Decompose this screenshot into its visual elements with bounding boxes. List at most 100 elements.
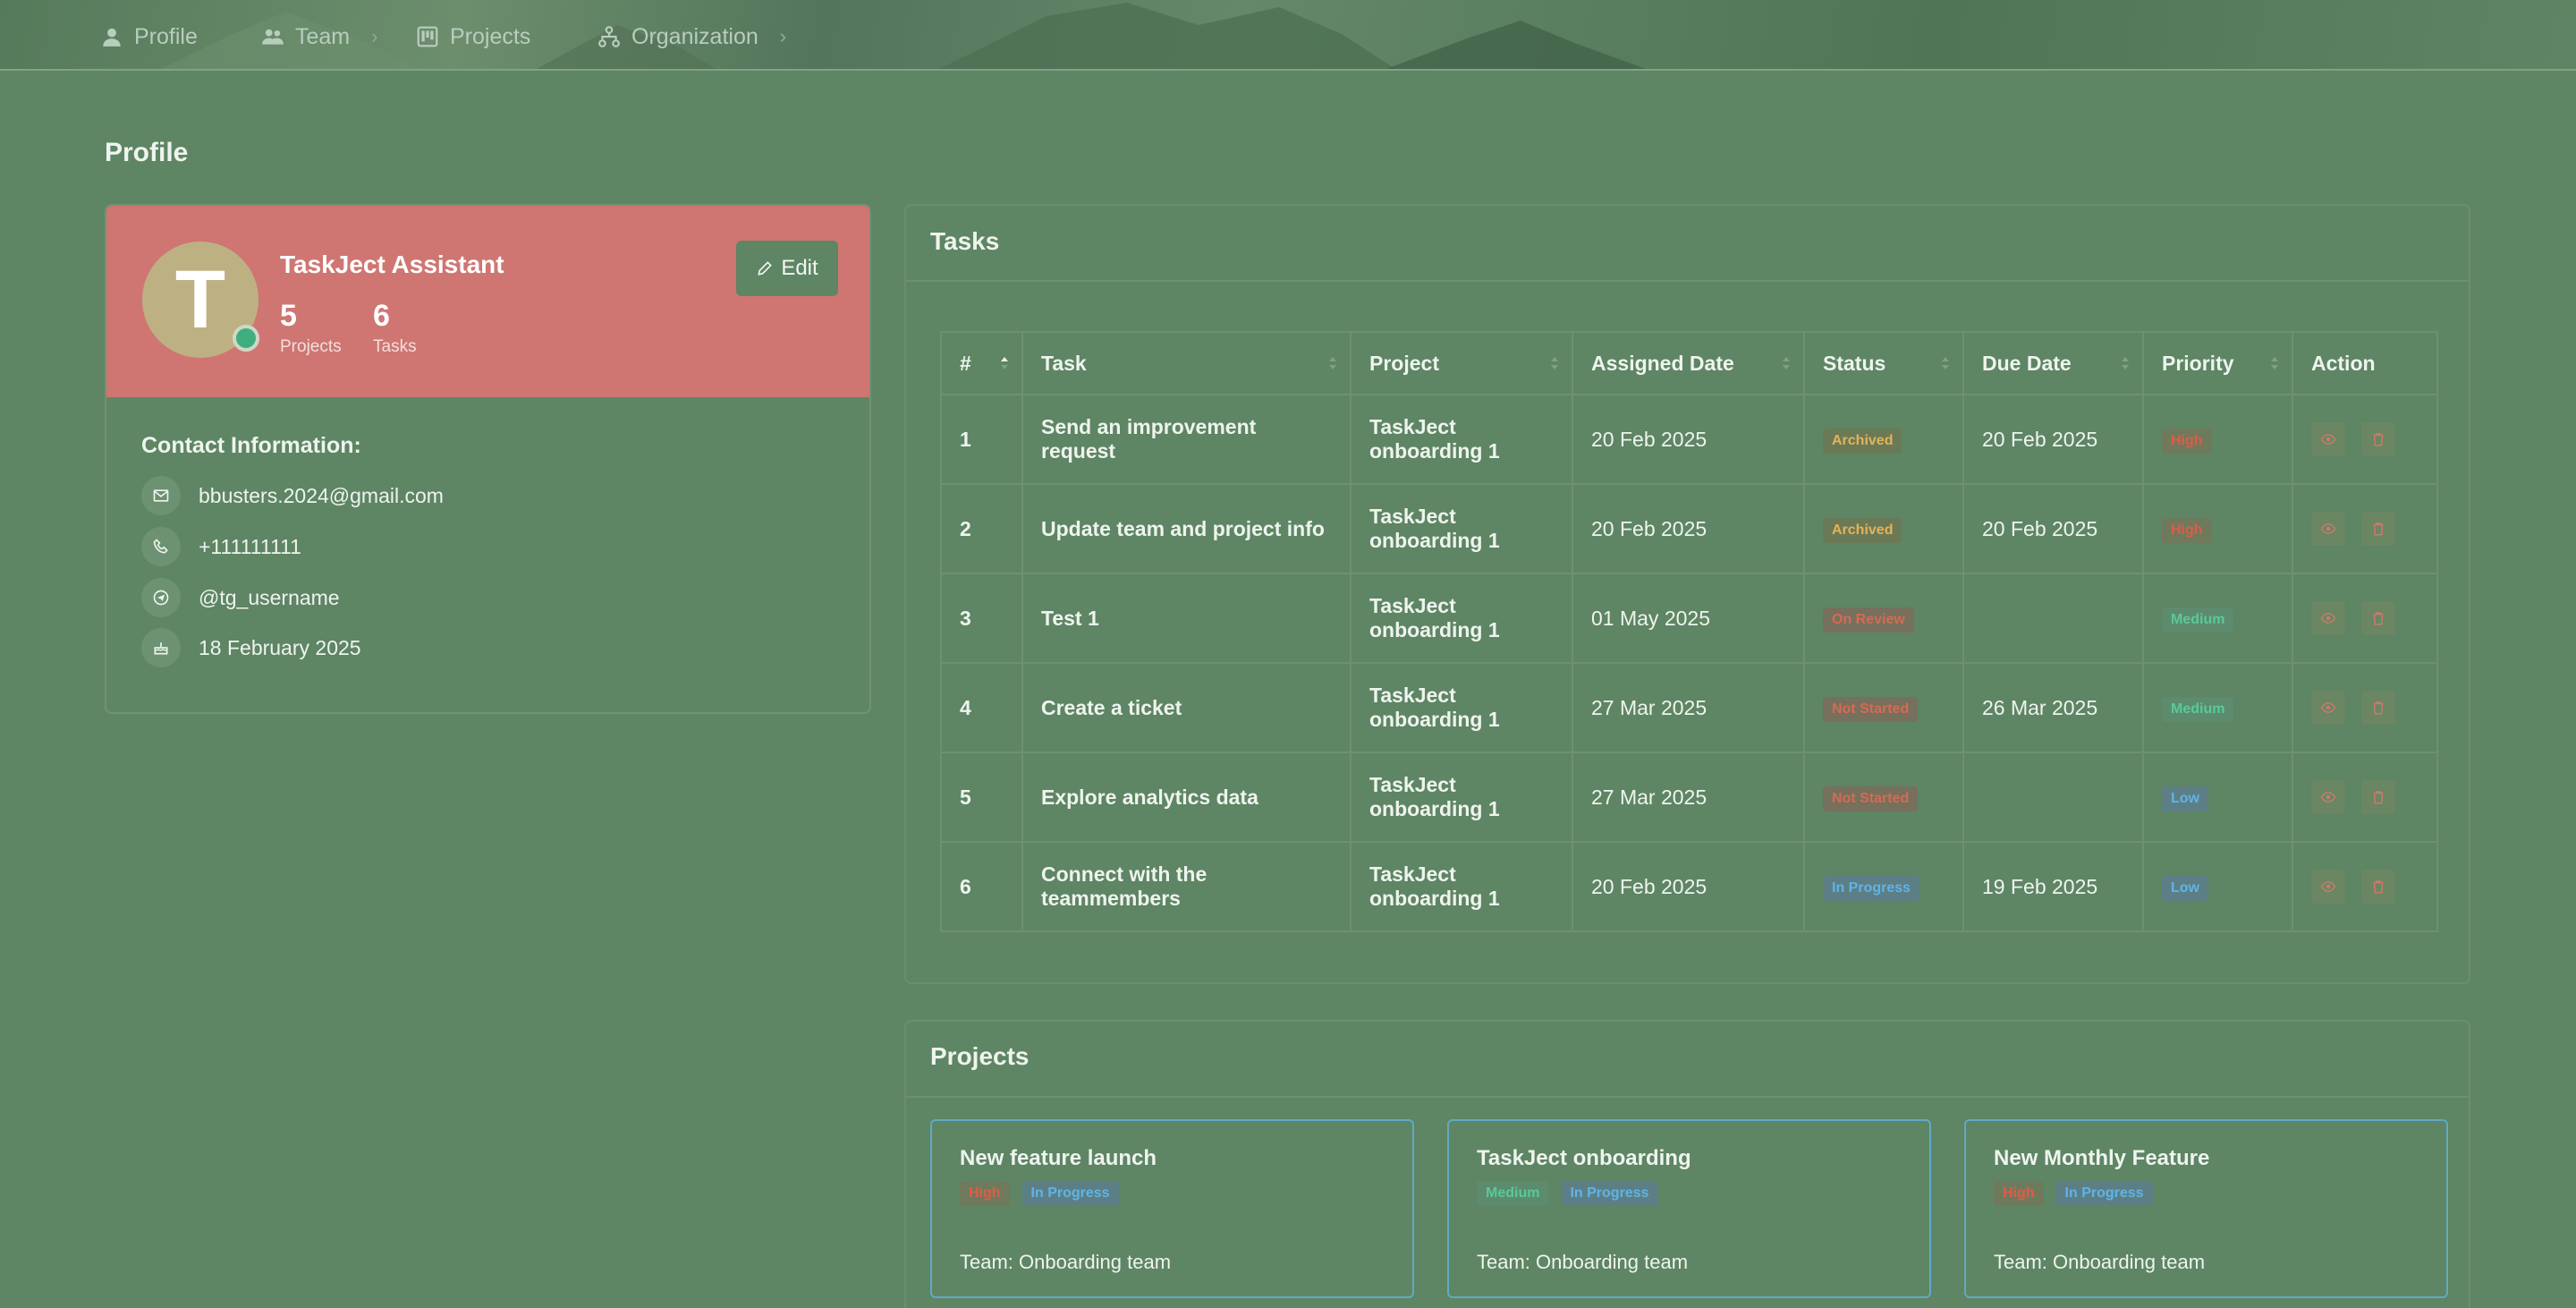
column-label: #	[960, 351, 971, 375]
edit-button-label: Edit	[781, 256, 818, 280]
cell-due-date	[1962, 573, 2144, 664]
view-button[interactable]	[2311, 780, 2345, 814]
nav-projects[interactable]: Projects	[416, 21, 530, 52]
cell-assigned-date: 27 Mar 2025	[1572, 752, 1805, 843]
priority-badge: High	[1994, 1181, 2044, 1206]
column-label: Project	[1369, 351, 1439, 375]
view-button[interactable]	[2311, 512, 2345, 546]
contact-joined: 18 February 2025	[141, 628, 361, 667]
column-label: Priority	[2162, 351, 2234, 375]
cell-project: TaskJect onboarding 1	[1350, 662, 1573, 753]
cake-icon	[141, 628, 181, 667]
table-row[interactable]: 3 Test 1 TaskJect onboarding 1 01 May 20…	[940, 573, 2438, 664]
table-header-row: # Task Project Assigned Date Status Due …	[940, 331, 2438, 395]
status-badge: Archived	[1823, 517, 1902, 543]
contact-telegram: @tg_username	[141, 578, 340, 617]
sort-icon	[1329, 357, 1336, 369]
cell-number: 5	[940, 752, 1023, 843]
eye-icon	[2320, 612, 2336, 624]
cell-assigned-date: 27 Mar 2025	[1572, 662, 1805, 753]
users-icon	[262, 29, 284, 45]
view-button[interactable]	[2311, 601, 2345, 635]
telegram-icon	[141, 578, 181, 617]
column-header-action: Action	[2292, 331, 2438, 395]
table-row[interactable]: 1 Send an improvement request TaskJect o…	[940, 394, 2438, 485]
telegram-value[interactable]: @tg_username	[199, 586, 340, 610]
online-status-dot	[233, 325, 259, 352]
project-name: TaskJect onboarding	[1477, 1146, 1691, 1170]
joined-date: 18 February 2025	[199, 635, 361, 659]
eye-icon	[2320, 433, 2336, 446]
delete-button[interactable]	[2361, 422, 2396, 456]
phone-value[interactable]: +111111111	[199, 535, 301, 559]
column-header-number[interactable]: #	[940, 331, 1023, 395]
project-badges: Medium In Progress	[1477, 1181, 1658, 1206]
delete-button[interactable]	[2361, 691, 2396, 725]
column-header-status[interactable]: Status	[1803, 331, 1964, 395]
tasks-title: Tasks	[930, 227, 1000, 255]
column-header-project[interactable]: Project	[1350, 331, 1573, 395]
nav-team-label: Team	[295, 23, 351, 49]
table-row[interactable]: 2 Update team and project info TaskJect …	[940, 483, 2438, 574]
cell-due-date: 19 Feb 2025	[1962, 841, 2144, 932]
column-header-task[interactable]: Task	[1021, 331, 1352, 395]
chevron-right-icon: ›	[371, 25, 378, 47]
table-row[interactable]: 5 Explore analytics data TaskJect onboar…	[940, 752, 2438, 843]
project-name: New Monthly Feature	[1994, 1146, 2210, 1170]
board-icon	[417, 26, 438, 47]
nav-team[interactable]: Team ›	[261, 21, 377, 52]
cell-project: TaskJect onboarding 1	[1350, 752, 1573, 843]
priority-badge: High	[2162, 428, 2212, 454]
cell-status: In Progress	[1803, 841, 1964, 932]
column-header-due-date[interactable]: Due Date	[1962, 331, 2144, 395]
cell-status: Not Started	[1803, 752, 1964, 843]
table-row[interactable]: 6 Connect with the teammembers TaskJect …	[940, 841, 2438, 932]
priority-badge: High	[2162, 517, 2212, 543]
contact-title: Contact Information:	[141, 433, 361, 458]
table-row[interactable]: 4 Create a ticket TaskJect onboarding 1 …	[940, 662, 2438, 753]
sort-icon	[1942, 357, 1949, 369]
column-header-assigned-date[interactable]: Assigned Date	[1572, 331, 1805, 395]
sort-icon	[1551, 357, 1558, 369]
delete-button[interactable]	[2361, 512, 2396, 546]
cell-assigned-date: 01 May 2025	[1572, 573, 1805, 664]
profile-card: T TaskJect Assistant 5 Projects 6 Tasks …	[105, 204, 871, 714]
view-button[interactable]	[2311, 691, 2345, 725]
tasks-label: Tasks	[373, 337, 417, 356]
status-badge: In Progress	[1021, 1181, 1119, 1206]
user-icon	[103, 28, 121, 47]
status-badge: Not Started	[1823, 786, 1919, 811]
nav-projects-label: Projects	[450, 23, 531, 49]
delete-button[interactable]	[2361, 870, 2396, 904]
cell-priority: Medium	[2142, 573, 2293, 664]
divider	[906, 1096, 2469, 1098]
view-button[interactable]	[2311, 422, 2345, 456]
tasks-table: # Task Project Assigned Date Status Due …	[940, 331, 2438, 932]
project-card[interactable]: TaskJect onboarding Medium In Progress T…	[1447, 1119, 1931, 1298]
status-badge: Not Started	[1823, 696, 1919, 722]
stat-tasks: 6 Tasks	[373, 299, 417, 357]
column-header-priority[interactable]: Priority	[2142, 331, 2293, 395]
project-card[interactable]: New feature launch High In Progress Team…	[930, 1119, 1414, 1298]
page-title: Profile	[105, 138, 189, 167]
email-value[interactable]: bbusters.2024@gmail.com	[199, 484, 444, 508]
edit-profile-button[interactable]: Edit	[736, 241, 838, 296]
cell-assigned-date: 20 Feb 2025	[1572, 483, 1805, 574]
delete-button[interactable]	[2361, 780, 2396, 814]
nav-profile[interactable]: Profile	[100, 21, 198, 52]
project-badges: High In Progress	[1994, 1181, 2153, 1206]
view-button[interactable]	[2311, 870, 2345, 904]
trash-icon	[2374, 522, 2384, 536]
nav-profile-label: Profile	[134, 23, 198, 49]
cell-priority: Low	[2142, 841, 2293, 932]
cell-priority: High	[2142, 483, 2293, 574]
delete-button[interactable]	[2361, 601, 2396, 635]
cell-assigned-date: 20 Feb 2025	[1572, 841, 1805, 932]
top-nav: Profile Team › Projects Organization ›	[0, 0, 2576, 71]
cell-task: Test 1	[1021, 573, 1352, 664]
divider	[906, 280, 2469, 282]
projects-card: Projects New feature launch High In Prog…	[904, 1020, 2470, 1308]
column-label: Task	[1041, 351, 1087, 375]
nav-organization[interactable]: Organization ›	[597, 21, 786, 52]
project-card[interactable]: New Monthly Feature High In Progress Tea…	[1964, 1119, 2448, 1298]
